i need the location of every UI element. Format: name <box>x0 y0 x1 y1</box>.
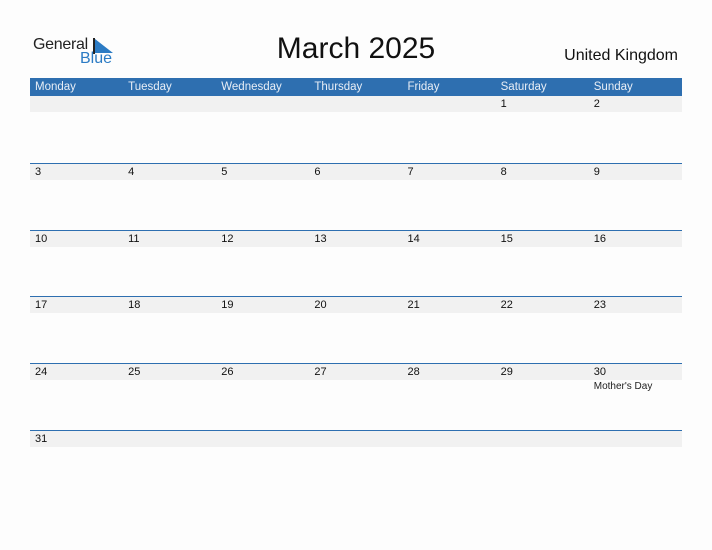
day-number: 1 <box>500 98 507 110</box>
day-number: 3 <box>35 165 42 178</box>
day-number: 27 <box>314 366 327 379</box>
date-band: 24 25 26 27 28 29 30 Mother's Day <box>30 364 682 392</box>
day-number: 16 <box>593 232 606 245</box>
day-cell <box>309 96 402 112</box>
day-cell: 10 <box>30 231 123 247</box>
day-cell: 14 <box>403 231 496 247</box>
weeks-container: 1 2 3 4 5 6 7 8 9 10 11 12 13 14 15 16 17 18 19 20 21 22 23 24 2… <box>30 96 682 497</box>
week-row: 31 <box>30 429 682 497</box>
day-cell: 19 <box>216 297 309 313</box>
day-cell <box>403 96 496 112</box>
day-cell: 24 <box>30 364 123 380</box>
day-cell: 16 <box>589 231 682 247</box>
day-cell <box>123 96 216 112</box>
day-number: 22 <box>500 299 513 312</box>
week-row: 17 18 19 20 21 22 23 <box>30 296 682 363</box>
day-cell <box>496 431 589 447</box>
weekday-thursday: Thursday <box>314 81 363 93</box>
day-cell: 30 Mother's Day <box>589 364 682 392</box>
day-number: 24 <box>35 366 48 379</box>
day-number: 11 <box>128 232 140 245</box>
weekday-saturday: Saturday <box>500 81 547 93</box>
day-cell: 13 <box>309 231 402 247</box>
day-cell: 28 <box>403 364 496 380</box>
day-number: 14 <box>407 232 420 245</box>
weekday-friday: Friday <box>407 81 440 93</box>
country-label: United Kingdom <box>564 47 678 64</box>
day-number: 13 <box>314 232 327 245</box>
day-number: 21 <box>407 299 420 312</box>
day-number: 4 <box>128 165 135 178</box>
day-number: 30 <box>593 366 606 379</box>
day-cell: 22 <box>496 297 589 313</box>
day-number: 25 <box>128 366 141 379</box>
day-number: 15 <box>500 232 513 245</box>
day-number: 12 <box>221 232 234 245</box>
holiday-label: Mother's Day <box>593 381 653 393</box>
week-row: 12 <box>30 96 682 163</box>
calendar-grid: Monday Tuesday Wednesday Thursday Friday… <box>30 78 682 497</box>
day-cell <box>216 431 309 447</box>
day-number: 2 <box>593 98 600 110</box>
day-cell: 25 <box>123 364 216 380</box>
day-cell <box>30 96 123 112</box>
day-number: 9 <box>593 165 600 178</box>
day-number: 26 <box>221 366 234 379</box>
day-cell: 11 <box>123 231 216 247</box>
weekday-monday: Monday <box>35 81 76 93</box>
day-cell: 29 <box>496 364 589 380</box>
day-cell: 17 <box>30 297 123 313</box>
day-number: 23 <box>593 299 606 312</box>
day-number: 29 <box>500 366 513 379</box>
weekday-sunday: Sunday <box>593 81 633 93</box>
day-number: 6 <box>314 165 321 178</box>
day-number: 28 <box>407 366 420 379</box>
day-number: 19 <box>221 299 234 312</box>
day-cell <box>403 431 496 447</box>
day-number: 20 <box>314 299 327 312</box>
day-cell: 18 <box>123 297 216 313</box>
day-cell <box>123 431 216 447</box>
day-cell: 27 <box>309 364 402 380</box>
day-cell: 5 <box>216 164 309 180</box>
day-cell: 15 <box>496 231 589 247</box>
day-number: 7 <box>407 165 414 178</box>
day-cell: 23 <box>589 297 682 313</box>
day-cell: 4 <box>123 164 216 180</box>
date-band: 17 18 19 20 21 22 23 <box>30 297 682 314</box>
day-cell: 8 <box>496 164 589 180</box>
date-band: 12 <box>30 96 682 112</box>
day-number: 8 <box>500 165 507 178</box>
weekday-wednesday: Wednesday <box>221 81 282 93</box>
day-number: 31 <box>35 432 48 445</box>
day-cell: 12 <box>216 231 309 247</box>
day-cell: 3 <box>30 164 123 180</box>
day-number: 5 <box>221 165 228 178</box>
date-band: 3 4 5 6 7 8 9 <box>30 163 682 180</box>
date-band: 10 11 12 13 14 15 16 <box>30 230 682 247</box>
weekday-header: Monday Tuesday Wednesday Thursday Friday… <box>30 78 682 96</box>
day-cell <box>589 431 682 447</box>
day-cell: 1 <box>496 96 589 112</box>
day-cell: 9 <box>589 164 682 180</box>
day-cell <box>216 96 309 112</box>
day-cell: 7 <box>403 164 496 180</box>
week-row: 10 11 12 13 14 15 16 <box>30 229 682 297</box>
day-cell: 20 <box>309 297 402 313</box>
day-number: 10 <box>35 232 48 245</box>
day-number: 17 <box>35 299 48 312</box>
day-cell: 6 <box>309 164 402 180</box>
day-cell: 31 <box>30 431 123 447</box>
day-cell: 21 <box>403 297 496 313</box>
day-cell: 2 <box>589 96 682 112</box>
day-cell: 26 <box>216 364 309 380</box>
date-band: 31 <box>30 430 682 447</box>
day-cell <box>309 431 402 447</box>
day-number: 18 <box>128 299 141 312</box>
week-row: 24 25 26 27 28 29 30 Mother's Day <box>30 363 682 430</box>
week-row: 3 4 5 6 7 8 9 <box>30 162 682 230</box>
weekday-tuesday: Tuesday <box>128 81 172 93</box>
